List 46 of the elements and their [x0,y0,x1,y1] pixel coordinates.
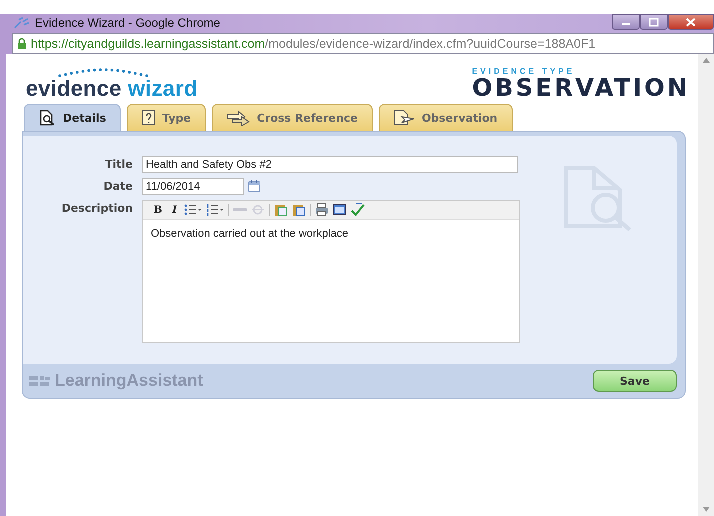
numbered-list-icon[interactable] [206,203,224,217]
address-bar[interactable]: https://cityandguilds.learningassistant.com/modules/evidence-wizard/index.cfm?uuidCourse=188A0F1 [12,33,714,54]
spellcheck-icon[interactable] [351,203,366,217]
page-arrow-icon [394,110,416,126]
evidence-type-caption: EVIDENCE TYPE [472,67,576,76]
url-path: /modules/evidence-wizard/index.cfm?uuidCourse=188A0F1 [265,36,596,50]
printer-icon[interactable] [315,203,330,217]
tab[interactable]: Cross Reference [212,104,373,131]
close-icon [686,18,696,26]
logo-text: evidence [26,76,123,101]
tab[interactable]: Type [127,104,206,131]
question-icon [142,110,156,126]
maximize-icon [649,18,659,26]
lock-icon [17,38,27,49]
url-host: https://cityandguilds.learningassistant.com [31,36,266,50]
sparkle-icon [14,17,30,29]
field-label: Title [104,157,133,171]
close-button[interactable] [668,14,714,30]
window-title: Evidence Wizard - Google Chrome [35,16,220,30]
title-field[interactable]: Health and Safety Obs #2 [142,156,518,173]
scroll-down-icon[interactable] [702,507,710,512]
scrollbar[interactable] [698,54,714,516]
magnifier-icon [39,110,57,126]
tab[interactable]: Observation [378,104,513,131]
list-icon[interactable] [184,203,202,217]
clipboard-icon[interactable] [292,203,306,217]
window-icon[interactable] [333,203,348,217]
scroll-up-icon[interactable] [702,58,710,63]
brand-name: LearningAssistant [55,371,204,391]
calendar-icon[interactable] [248,180,261,193]
maximize-button[interactable] [640,14,668,30]
arrows-icon [227,110,252,126]
brand-logo-icon [29,375,51,387]
date-field[interactable]: 11/06/2014 [142,178,244,195]
bold-button[interactable]: B [151,204,166,216]
italic-button[interactable]: I [169,204,180,216]
description-text: Observation carried out at the workplace [150,227,350,242]
clipboard-icon[interactable] [274,203,288,217]
field-label: Description [60,201,133,215]
field-label: Date [102,179,133,193]
rich-text-editor[interactable]: B I Observation carried out at the workplace [142,200,520,343]
tab[interactable]: Details [24,104,122,131]
logo-text: wizard [128,76,198,101]
save-button[interactable]: Save [593,370,677,392]
evidence-type-name: OBSERVATION [472,76,690,100]
minimize-button[interactable] [612,14,640,30]
